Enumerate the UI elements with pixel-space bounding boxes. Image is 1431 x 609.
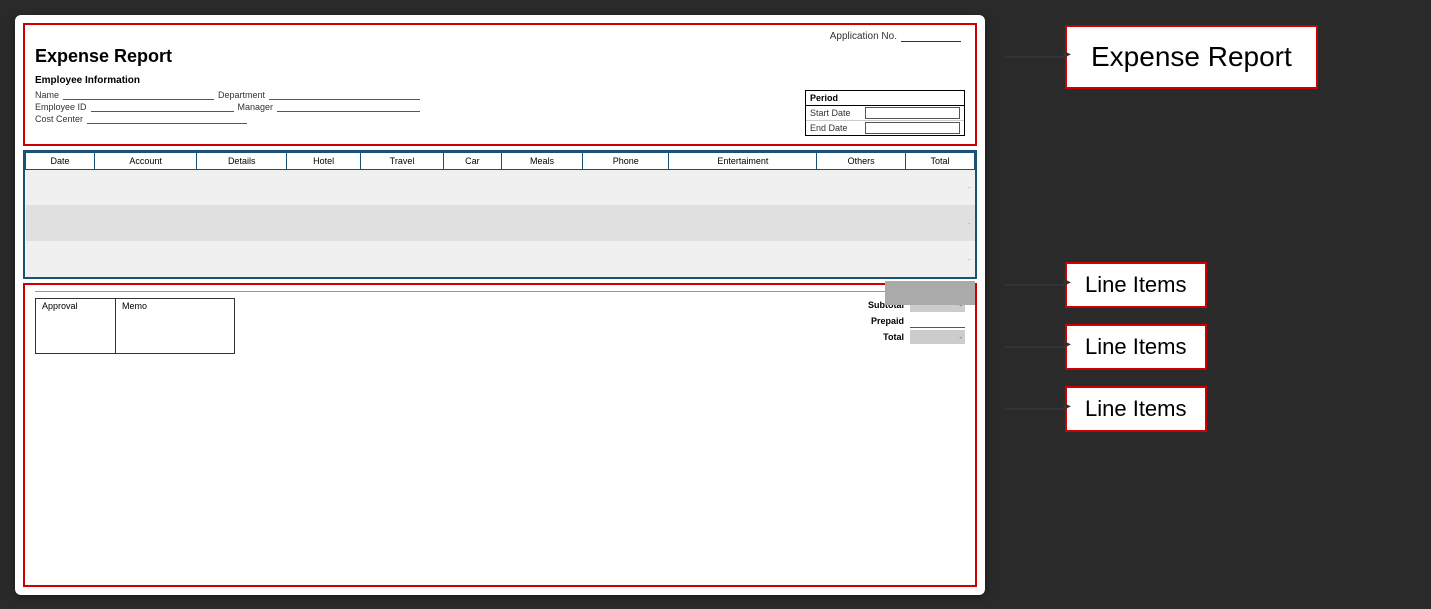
total-label: Total [849,332,904,342]
col-entertainment: Entertaiment [669,152,817,169]
annotations-area: Expense Report Line Items Line Items Lin… [985,15,1416,595]
fields-left: Name Department Employee ID Manager Cost… [35,90,420,124]
end-date-label: End Date [810,123,865,133]
prepaid-value[interactable] [910,314,965,328]
expense-report-label: Expense Report [1065,25,1318,89]
col-others: Others [817,152,906,169]
col-travel: Travel [361,152,444,169]
name-input[interactable] [63,90,214,100]
col-details: Details [197,152,287,169]
col-date: Date [26,152,95,169]
col-hotel: Hotel [287,152,361,169]
start-date-label: Start Date [810,108,865,118]
employee-id-field-line: Employee ID Manager [35,102,420,112]
annotations-mid: Line Items Line Items Line Items [985,89,1416,585]
approval-body [36,313,234,353]
approval-table: Approval Memo [35,298,235,354]
total-row: Total - [805,330,965,344]
approval-body-col [36,313,116,353]
end-date-input[interactable] [865,122,960,134]
approval-table-header: Approval Memo [36,299,234,313]
line-items-label-2: Line Items [1065,324,1207,370]
table-row: - [26,241,975,277]
prepaid-row: Prepaid [805,314,965,328]
department-input[interactable] [269,90,420,100]
end-date-row: End Date [806,121,964,135]
memo-body-col [116,313,216,353]
application-no-label: Application No. [830,31,897,42]
cost-center-label: Cost Center [35,114,83,124]
col-meals: Meals [501,152,582,169]
footer-section: Approval Memo Subtotal - [23,283,977,587]
main-container: Application No. Expense Report Employee … [0,0,1431,609]
table-section: Date Account Details Hotel Travel Car Me… [23,150,977,280]
name-field-line: Name Department [35,90,420,100]
name-label: Name [35,90,59,100]
arrow-line-items-2 [1005,346,1065,348]
table-header-row: Date Account Details Hotel Travel Car Me… [26,152,975,169]
annotation-line-items-3: Line Items [1005,386,1416,432]
cost-center-input[interactable] [87,114,247,124]
approval-header-label: Approval [36,299,116,313]
memo-header-label: Memo [116,299,216,313]
annotation-line-items-2: Line Items [1005,324,1416,370]
col-phone: Phone [583,152,669,169]
application-no-box[interactable] [901,31,961,42]
approval-memo-area: Approval Memo [35,298,235,354]
summary-gray-block [885,281,975,305]
period-title: Period [806,91,964,106]
line-items-label-1: Line Items [1065,262,1207,308]
employee-id-input[interactable] [91,102,234,112]
footer-divider [35,291,965,292]
arrow-line-items-3 [1005,408,1065,410]
annotation-line-items-1: Line Items [1005,262,1416,308]
col-total: Total [905,152,974,169]
col-account: Account [94,152,196,169]
employee-info-header: Employee Information [35,75,965,86]
app-no-line: Application No. [35,31,965,42]
annotation-title: Expense Report [1005,25,1416,89]
expense-table: Date Account Details Hotel Travel Car Me… [25,152,975,278]
start-date-row: Start Date [806,106,964,121]
header-section: Application No. Expense Report Employee … [23,23,977,146]
arrow-line-items-1 [1005,284,1065,286]
department-label: Department [218,90,265,100]
table-row: - [26,205,975,241]
table-row: - [26,169,975,205]
prepaid-label: Prepaid [849,316,904,326]
start-date-input[interactable] [865,107,960,119]
total-value: - [910,330,965,344]
cost-center-field-line: Cost Center [35,114,420,124]
manager-label: Manager [238,102,274,112]
employee-id-label: Employee ID [35,102,87,112]
report-title: Expense Report [35,46,965,67]
manager-input[interactable] [277,102,420,112]
period-box: Period Start Date End Date [805,90,965,136]
fields-row: Name Department Employee ID Manager Cost… [35,90,965,136]
line-items-label-3: Line Items [1065,386,1207,432]
col-car: Car [443,152,501,169]
document-area: Application No. Expense Report Employee … [15,15,985,595]
arrow-title [1005,56,1065,58]
footer-content: Approval Memo Subtotal - [35,298,965,354]
